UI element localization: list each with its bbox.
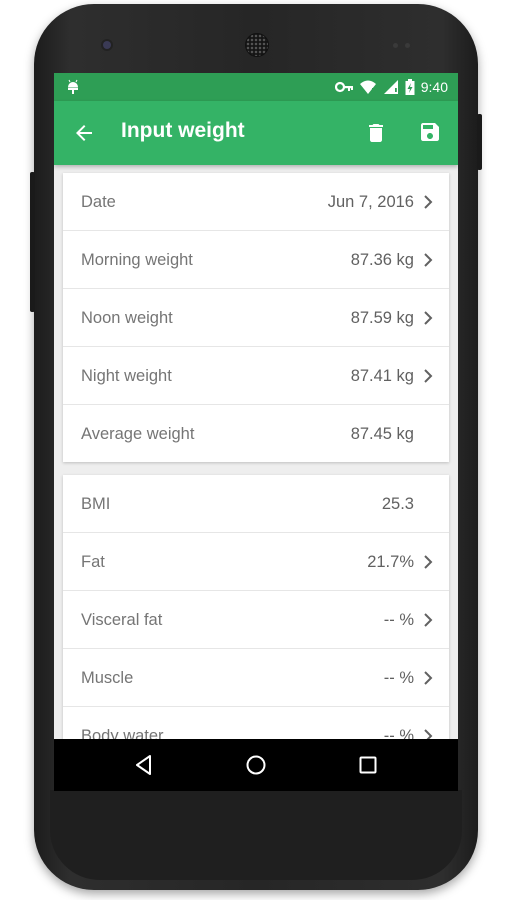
row-value: 87.59 kg	[350, 309, 414, 327]
status-bar: 9:40	[54, 73, 458, 101]
phone-chin	[50, 790, 462, 880]
row-value: 87.41 kg	[350, 367, 414, 385]
row-value: -- %	[383, 669, 414, 687]
volume-button	[30, 172, 35, 312]
app-toolbar: Input weight	[54, 101, 458, 165]
row-value: Jun 7, 2016	[327, 193, 414, 211]
fat-row[interactable]: Fat 21.7%	[63, 533, 449, 591]
back-arrow-icon[interactable]	[72, 121, 96, 145]
row-value: 21.7%	[367, 553, 414, 571]
nav-recents-icon[interactable]	[356, 753, 380, 777]
chevron-right-icon	[424, 369, 433, 383]
row-label: Morning weight	[81, 251, 193, 269]
chevron-right-icon	[424, 613, 433, 627]
row-label: Night weight	[81, 367, 172, 385]
row-value: -- %	[383, 611, 414, 629]
row-label: Visceral fat	[81, 611, 163, 629]
chevron-right-icon	[424, 253, 433, 267]
noon-weight-row[interactable]: Noon weight 87.59 kg	[63, 289, 449, 347]
chevron-right-icon	[424, 729, 433, 739]
chevron-right-icon	[424, 311, 433, 325]
morning-weight-row[interactable]: Morning weight 87.36 kg	[63, 231, 449, 289]
row-value: 87.36 kg	[350, 251, 414, 269]
save-icon[interactable]	[418, 120, 442, 144]
earpiece-speaker	[245, 33, 269, 57]
status-time: 9:40	[420, 79, 448, 95]
row-label: Fat	[81, 553, 105, 571]
bmi-row: BMI 25.3	[63, 475, 449, 533]
row-label: Date	[81, 193, 116, 211]
nav-back-icon[interactable]	[132, 753, 156, 777]
power-button	[477, 114, 482, 170]
android-debug-icon	[68, 79, 78, 94]
average-weight-row: Average weight 87.45 kg	[63, 405, 449, 462]
chevron-right-icon	[424, 195, 433, 209]
chevron-right-icon	[424, 671, 433, 685]
row-label: Average weight	[81, 425, 195, 443]
night-weight-row[interactable]: Night weight 87.41 kg	[63, 347, 449, 405]
date-row[interactable]: Date Jun 7, 2016	[63, 173, 449, 231]
weight-card: Date Jun 7, 2016 Morning weight 87.36 kg…	[63, 173, 449, 462]
row-label: Body water	[81, 727, 164, 739]
delete-icon[interactable]	[364, 121, 388, 145]
row-value: -- %	[383, 727, 414, 739]
row-label: BMI	[81, 495, 111, 513]
row-value: 25.3	[381, 495, 414, 513]
proximity-sensor	[393, 43, 398, 48]
row-value: 87.45 kg	[350, 425, 414, 443]
body-composition-card: BMI 25.3 Fat 21.7% Visceral fat -- % Mus…	[63, 475, 449, 739]
light-sensor	[405, 43, 410, 48]
battery-charging-icon	[405, 79, 415, 95]
row-label: Noon weight	[81, 309, 173, 327]
nav-home-icon[interactable]	[244, 753, 268, 777]
chevron-right-icon	[424, 555, 433, 569]
system-nav-bar	[54, 739, 458, 791]
page-title: Input weight	[121, 119, 245, 142]
screen: 9:40 Input weight Date Jun 7, 2016 Morni…	[54, 73, 458, 791]
vpn-key-icon	[334, 81, 353, 93]
body-water-row[interactable]: Body water -- %	[63, 707, 449, 739]
wifi-icon	[359, 80, 376, 94]
row-label: Muscle	[81, 669, 134, 687]
cell-signal-icon	[383, 80, 398, 94]
visceral-fat-row[interactable]: Visceral fat -- %	[63, 591, 449, 649]
front-camera	[103, 41, 111, 49]
content-area: Date Jun 7, 2016 Morning weight 87.36 kg…	[54, 165, 458, 739]
muscle-row[interactable]: Muscle -- %	[63, 649, 449, 707]
